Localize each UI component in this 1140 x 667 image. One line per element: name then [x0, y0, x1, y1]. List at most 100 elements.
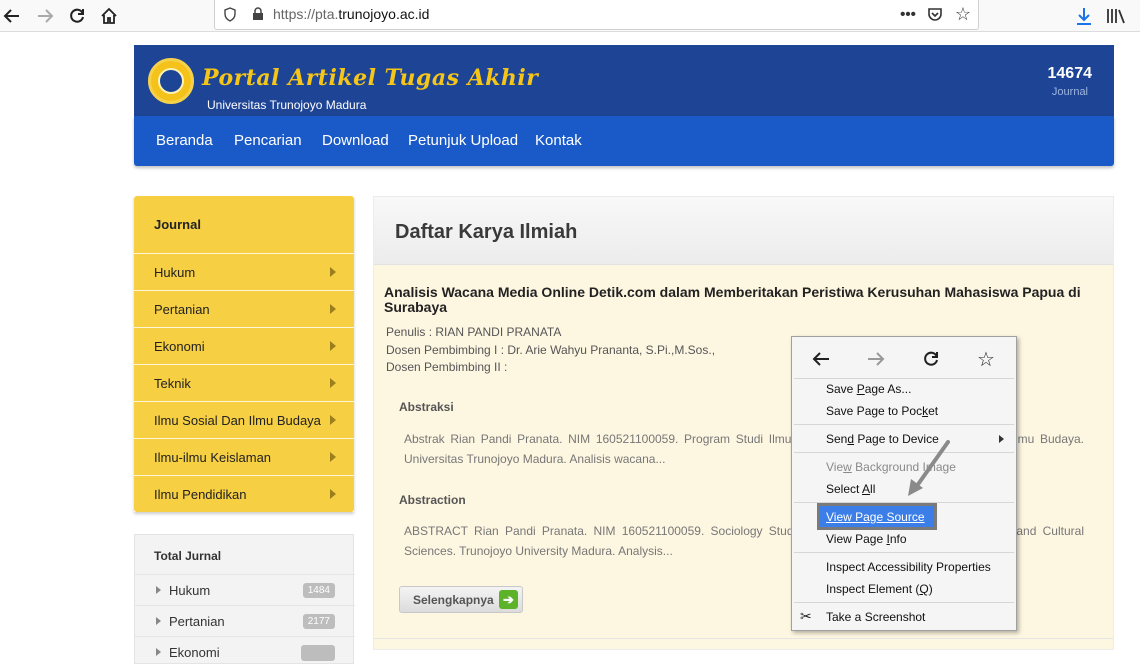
sidebar-item-label: Pertanian	[154, 302, 210, 317]
download-icon	[1077, 8, 1091, 25]
ctx-separator	[794, 378, 1014, 379]
arrow-right-icon: ➔	[499, 590, 518, 609]
article-supervisor-1: Dosen Pembimbing I : Dr. Arie Wahyu Pran…	[386, 343, 716, 357]
total-row-ekonomi[interactable]: Ekonomi	[135, 636, 355, 667]
forward-button[interactable]	[33, 4, 57, 28]
caret-right-icon	[330, 341, 336, 351]
star-icon: ☆	[977, 348, 995, 371]
caret-right-icon	[330, 415, 336, 425]
total-row-hukum[interactable]: Hukum 1484	[135, 574, 355, 605]
back-button[interactable]	[0, 4, 24, 28]
total-jurnal-heading: Total Jurnal	[154, 549, 222, 563]
site-subtitle: Universitas Trunojoyo Madura	[207, 98, 367, 112]
journal-count-label: Journal	[1051, 86, 1088, 98]
abstraksi-label: Abstraksi	[399, 400, 454, 414]
sidebar-item-label: Teknik	[154, 376, 191, 391]
url-text[interactable]: https://pta.trunojoyo.ac.id	[273, 6, 429, 22]
ctx-select-all[interactable]: Select All	[826, 482, 875, 496]
library-icon	[1107, 9, 1125, 24]
sidebar-item-label: Ilmu Pendidikan	[154, 487, 247, 502]
nav-pencarian[interactable]: Pencarian	[234, 132, 302, 149]
nav-petunjuk-upload[interactable]: Petunjuk Upload	[408, 132, 518, 149]
ctx-view-page-source[interactable]: View Page Source	[817, 503, 937, 530]
ctx-separator	[794, 424, 1014, 425]
sidebar-item-ilmu-sosial[interactable]: Ilmu Sosial Dan Ilmu Budaya	[134, 401, 354, 438]
url-bar[interactable]: https://pta.trunojoyo.ac.id ••• ☆	[214, 0, 979, 30]
selengkapnya-button[interactable]: Selengkapnya ➔	[399, 586, 523, 613]
main-nav: Beranda Pencarian Download Petunjuk Uplo…	[134, 116, 1114, 166]
caret-right-icon	[330, 378, 336, 388]
shield-icon[interactable]	[219, 3, 241, 25]
total-jurnal-box: Total Jurnal Hukum 1484 Pertanian 2177 E…	[134, 534, 355, 667]
browser-toolbar: https://pta.trunojoyo.ac.id ••• ☆	[0, 0, 1140, 32]
download-button[interactable]	[1072, 4, 1096, 28]
pocket-icon[interactable]	[924, 3, 946, 25]
home-button[interactable]	[97, 4, 121, 28]
sidebar-item-ilmu-keislaman[interactable]: Ilmu-ilmu Keislaman	[134, 438, 354, 475]
caret-right-icon	[156, 648, 161, 656]
caret-right-icon	[330, 304, 336, 314]
sidebar-item-pertanian[interactable]: Pertanian	[134, 290, 354, 327]
count-badge: 2177	[302, 614, 335, 629]
selengkapnya-label: Selengkapnya	[413, 593, 494, 607]
caret-right-icon	[330, 267, 336, 277]
total-row-name: Pertanian	[169, 614, 225, 629]
sidebar-item-teknik[interactable]: Teknik	[134, 364, 354, 401]
library-button[interactable]	[1104, 4, 1128, 28]
ctx-save-to-pocket[interactable]: Save Page to Pocket	[826, 404, 938, 418]
ctx-bookmark-button[interactable]: ☆	[969, 345, 1003, 373]
reload-icon	[924, 351, 938, 366]
arrow-right-icon	[38, 9, 54, 23]
more-icon[interactable]: •••	[897, 3, 919, 25]
sidebar-item-label: Ilmu-ilmu Keislaman	[154, 450, 272, 465]
university-logo[interactable]	[148, 58, 194, 104]
site-header: Portal Artikel Tugas Akhir Universitas T…	[134, 45, 1114, 116]
content-header: Daftar Karya Ilmiah	[374, 197, 1113, 265]
journal-sidebar: Journal Hukum Pertanian Ekonomi Teknik I…	[134, 196, 354, 512]
sidebar-item-label: Ekonomi	[154, 339, 205, 354]
sidebar-heading: Journal	[134, 196, 354, 253]
sidebar-item-label: Ilmu Sosial Dan Ilmu Budaya	[154, 413, 321, 428]
total-row-name: Hukum	[169, 583, 211, 598]
ctx-reload-button[interactable]	[914, 345, 948, 373]
sidebar-item-hukum[interactable]: Hukum	[134, 253, 354, 290]
caret-right-icon	[156, 617, 161, 625]
sidebar-item-label: Hukum	[154, 265, 196, 280]
arrow-left-icon	[812, 352, 829, 366]
article-supervisor-2: Dosen Pembimbing II :	[386, 360, 508, 374]
lock-icon[interactable]	[247, 3, 269, 25]
reload-icon	[70, 8, 84, 23]
ctx-inspect-element[interactable]: Inspect Element (Q)	[826, 582, 933, 596]
ctx-back-button[interactable]	[804, 345, 838, 373]
caret-right-icon	[156, 586, 161, 594]
article-author: Penulis : RIAN PANDI PRANATA	[386, 325, 562, 339]
ctx-separator	[794, 552, 1014, 553]
journal-count: 14674	[1047, 65, 1093, 82]
arrow-right-icon	[868, 352, 885, 366]
screenshot-icon: ✂	[800, 608, 812, 624]
divider	[374, 638, 1113, 639]
abstraction-label: Abstraction	[399, 493, 466, 507]
star-icon[interactable]: ☆	[952, 3, 974, 25]
ctx-inspect-accessibility[interactable]: Inspect Accessibility Properties	[826, 560, 991, 574]
submenu-arrow-icon	[999, 435, 1004, 443]
nav-kontak[interactable]: Kontak	[535, 132, 582, 149]
count-badge: 1484	[302, 583, 335, 598]
count-badge	[301, 645, 335, 661]
sidebar-item-ekonomi[interactable]: Ekonomi	[134, 327, 354, 364]
article-title[interactable]: Analisis Wacana Media Online Detik.com d…	[384, 285, 1104, 315]
site-title[interactable]: Portal Artikel Tugas Akhir	[202, 65, 538, 91]
total-row-pertanian[interactable]: Pertanian 2177	[135, 605, 355, 636]
nav-download[interactable]: Download	[322, 132, 389, 149]
sidebar-item-ilmu-pendidikan[interactable]: Ilmu Pendidikan	[134, 475, 354, 512]
annotation-arrow	[908, 440, 950, 496]
nav-beranda[interactable]: Beranda	[156, 132, 213, 149]
ctx-take-screenshot[interactable]: Take a Screenshot	[826, 610, 925, 624]
reload-button[interactable]	[65, 4, 89, 28]
ctx-save-page-as[interactable]: Save Page As...	[826, 382, 911, 396]
arrow-left-icon	[3, 9, 19, 23]
caret-right-icon	[330, 489, 336, 499]
ctx-forward-button[interactable]	[859, 345, 893, 373]
total-row-name: Ekonomi	[169, 645, 220, 660]
ctx-view-page-info[interactable]: View Page Info	[826, 532, 907, 546]
